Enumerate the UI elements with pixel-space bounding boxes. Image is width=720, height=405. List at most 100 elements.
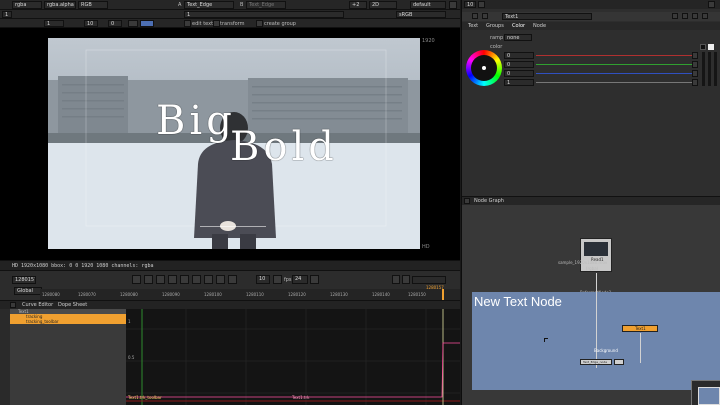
gain-select[interactable]: +2 [349, 1, 367, 9]
minimap-viewport[interactable] [698, 387, 720, 405]
stop-icon[interactable] [180, 275, 189, 284]
curve-graph[interactable]: 1 0.5 Text1.trk_toolbar Text1.trk [126, 309, 460, 405]
color-a-slider[interactable] [536, 82, 692, 83]
read-node-thumbnail [584, 242, 608, 256]
edit-text-button[interactable]: edit text [192, 21, 213, 27]
go-end-icon[interactable] [228, 275, 237, 284]
clear-panels-icon[interactable] [478, 1, 485, 8]
play-icon[interactable] [192, 275, 201, 284]
view-mode-select[interactable]: 2D [369, 1, 397, 9]
panel-menu-icon[interactable] [10, 302, 16, 308]
color-a-field[interactable]: 1 [504, 79, 534, 86]
refresh-icon[interactable] [310, 275, 319, 284]
node-float-icon[interactable] [692, 13, 698, 19]
node-color-icon[interactable] [472, 13, 478, 19]
backdrop-node[interactable]: New Text Node Text1 Background Text_Edge… [472, 292, 720, 390]
gamma-field[interactable]: 1 [184, 11, 344, 18]
step-back-icon[interactable] [156, 275, 165, 284]
proxy-field[interactable] [140, 20, 154, 27]
fps-field[interactable]: 24 [292, 275, 308, 284]
roi-button[interactable] [128, 20, 138, 27]
tab-text[interactable]: Text [468, 23, 478, 29]
node-tile-icon[interactable] [482, 13, 488, 19]
k-field[interactable]: 0 [108, 20, 122, 27]
tab-color[interactable]: Color [512, 23, 525, 29]
mouse-cursor [544, 338, 548, 342]
node-name-field[interactable]: Text1 [502, 13, 592, 20]
color-swatch-white[interactable] [708, 44, 714, 50]
color-wheel-cursor[interactable] [482, 66, 486, 70]
color-b-anim-icon[interactable] [692, 70, 698, 77]
color-value-bar-2 [708, 52, 711, 86]
transform-icon[interactable] [213, 20, 220, 27]
transform-button[interactable]: transform [220, 21, 245, 27]
viewer-statusbar: HD 1920x1080 bbox: 0 0 1920 1080 channel… [0, 260, 460, 270]
tree-item-tracking-toolbar[interactable]: tracking_toolbar [10, 319, 126, 324]
color-wheel-icon[interactable] [466, 50, 502, 86]
float-panel-icon[interactable] [708, 1, 715, 8]
b-input-select[interactable]: Text_Edge [246, 1, 286, 9]
step-forward-icon[interactable] [204, 275, 213, 284]
node-revert-icon[interactable] [682, 13, 688, 19]
lut-select[interactable]: default [410, 1, 446, 9]
y-label-1: 1 [128, 319, 131, 324]
node-graph-minimap[interactable] [691, 380, 720, 405]
tab-node-graph[interactable]: Node Graph [474, 198, 504, 204]
color-g-slider[interactable] [536, 64, 692, 65]
max-panels-field[interactable]: 10 [464, 1, 476, 8]
color-g-field[interactable]: 0 [504, 61, 534, 68]
ramp-select[interactable]: none [504, 34, 532, 41]
tab-groups[interactable]: Groups [486, 23, 504, 29]
frame-field[interactable]: 1 [44, 20, 64, 27]
format-tag-label: 1920 [422, 38, 435, 44]
backdrop-connection-vertical [596, 292, 597, 368]
node-close-icon[interactable] [702, 13, 708, 19]
merge-node[interactable] [614, 359, 624, 365]
viewer-settings-icon[interactable] [449, 1, 457, 9]
alpha-channel-select[interactable]: rgba.alpha [44, 1, 76, 9]
color-b-field[interactable]: 0 [504, 70, 534, 77]
viewer-panel: rgba rgba.alpha RGB A Text_Edge B Text_E… [0, 0, 460, 270]
text1-node[interactable]: Text1 [622, 325, 658, 332]
viewer-process-select[interactable]: sRGB [396, 11, 446, 18]
b-input-label: B [240, 2, 244, 8]
frame-range-field[interactable]: 1 [2, 11, 12, 18]
color-b-slider[interactable] [536, 73, 692, 74]
out-point-icon[interactable] [402, 275, 410, 284]
big-text-overlay[interactable]: Big Bold [156, 101, 334, 171]
viewer-toolbar-row3: 1 10 0 edit text transform create group [0, 19, 460, 28]
edit-text-icon[interactable] [184, 20, 191, 27]
prev-key-icon[interactable] [144, 275, 153, 284]
timeline-mode-select[interactable]: Global [14, 287, 42, 295]
panel-menu-icon[interactable] [464, 198, 470, 204]
display-mode-select[interactable]: RGB [78, 1, 108, 9]
tab-dope-sheet[interactable]: Dope Sheet [58, 302, 87, 308]
color-r-anim-icon[interactable] [692, 52, 698, 59]
create-group-icon[interactable] [256, 20, 263, 27]
viewer-toolbar-row1: rgba rgba.alpha RGB A Text_Edge B Text_E… [0, 0, 460, 10]
color-r-slider[interactable] [536, 55, 692, 56]
node-help-icon[interactable] [672, 13, 678, 19]
color-value-bar-1 [702, 52, 705, 86]
create-group-button[interactable]: create group [264, 21, 296, 27]
end-frame-field[interactable] [412, 276, 446, 284]
go-start-icon[interactable] [132, 275, 141, 284]
color-swatch[interactable] [700, 44, 706, 50]
in-point-icon[interactable] [392, 275, 400, 284]
play-back-icon[interactable] [168, 275, 177, 284]
channels-select[interactable]: rgba [12, 1, 42, 9]
tree-item-label: tracking_toolbar [26, 319, 59, 324]
next-key-icon[interactable] [216, 275, 225, 284]
color-r-field[interactable]: 0 [504, 52, 534, 59]
color-a-anim-icon[interactable] [692, 79, 698, 86]
a-input-select[interactable]: Text_Edge [184, 1, 234, 9]
current-frame-field[interactable]: 1280157 [12, 276, 36, 284]
text-edge-node[interactable]: Text_Edge_node [580, 359, 612, 365]
loop-icon[interactable] [273, 275, 282, 284]
tab-curve-editor[interactable]: Curve Editor [22, 302, 53, 308]
step-field[interactable]: 10 [256, 275, 270, 284]
zoom-field[interactable]: 10 [84, 20, 98, 27]
viewer-image[interactable]: Big Bold [48, 38, 420, 249]
tab-node[interactable]: Node [533, 23, 546, 29]
color-g-anim-icon[interactable] [692, 61, 698, 68]
